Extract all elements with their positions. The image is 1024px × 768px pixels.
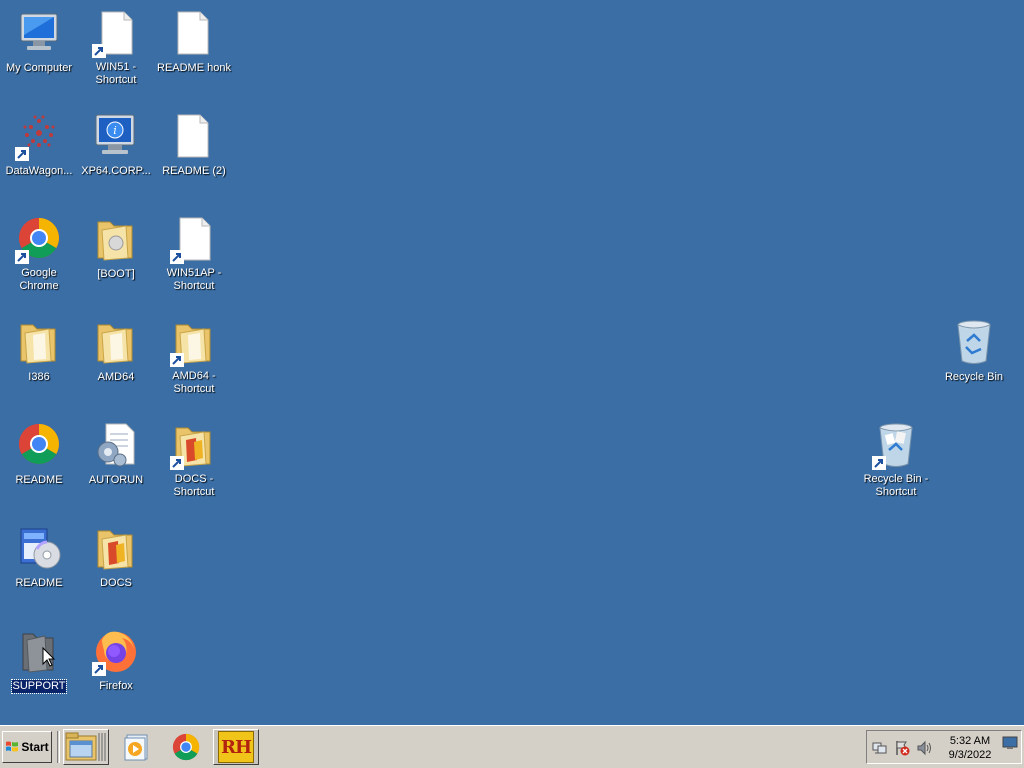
file-icon	[170, 10, 218, 58]
folder-shortcut-icon	[170, 319, 218, 367]
taskbar-chrome-button[interactable]	[163, 729, 209, 765]
folder-icon	[92, 319, 140, 367]
taskbar-rh-button[interactable]: RH	[213, 729, 259, 765]
folder-icon	[15, 319, 63, 367]
datawagon-icon	[15, 113, 63, 161]
chrome-icon	[172, 733, 200, 761]
desktop-icon-win51ap-shortcut[interactable]: WIN51AP - Shortcut	[155, 216, 233, 294]
media-player-icon	[124, 734, 148, 761]
desktop-icon-readme-honk[interactable]: README honk	[155, 10, 233, 76]
rh-app-icon: RH	[218, 731, 254, 763]
taskbar: Start RH 5:32 AM 9/3/2022	[0, 725, 1024, 768]
action-center-icon[interactable]	[894, 740, 910, 756]
computer-icon	[15, 10, 63, 58]
desktop-icon-readme-setup[interactable]: README	[0, 525, 78, 591]
setup-disc-icon	[15, 525, 63, 573]
recycle-bin-shortcut-icon	[872, 422, 920, 470]
file-shortcut-icon	[92, 10, 140, 58]
windows-logo-icon	[6, 741, 19, 752]
file-explorer-icon	[65, 732, 106, 761]
network-icon[interactable]	[872, 740, 888, 756]
desktop-icon-docs[interactable]: DOCS	[77, 525, 155, 591]
desktop-icon-google-chrome[interactable]: Google Chrome	[0, 216, 78, 294]
desktop-icon-my-computer[interactable]: My Computer	[0, 10, 78, 76]
file-shortcut-icon	[170, 216, 218, 264]
info-monitor-icon: i	[92, 113, 140, 161]
settings-file-icon	[92, 422, 140, 470]
system-tray: 5:32 AM 9/3/2022	[866, 730, 1022, 764]
rh-app-label: RH	[221, 736, 252, 758]
folder-shortcut-icon	[170, 422, 218, 470]
volume-icon[interactable]	[916, 740, 932, 756]
folder-icon	[92, 525, 140, 573]
taskbar-media-player-button[interactable]	[113, 729, 159, 765]
desktop-icon-recycle-bin-shortcut[interactable]: Recycle Bin - Shortcut	[857, 422, 935, 500]
desktop-icon-recycle-bin[interactable]: Recycle Bin	[935, 319, 1013, 385]
clock-date: 9/3/2022	[948, 749, 992, 761]
folder-icon	[92, 216, 140, 264]
dark-folder-icon	[15, 628, 63, 676]
desktop-icon-win51-shortcut[interactable]: WIN51 - Shortcut	[77, 10, 155, 88]
chrome-shortcut-icon	[15, 216, 63, 264]
desktop-icon-amd64[interactable]: AMD64	[77, 319, 155, 385]
chrome-icon	[15, 422, 63, 470]
desktop-icon-docs-shortcut[interactable]: DOCS - Shortcut	[155, 422, 233, 500]
taskbar-file-explorer-button[interactable]	[63, 729, 109, 765]
start-button[interactable]: Start	[2, 731, 52, 763]
desktop-icon-i386[interactable]: I386	[0, 319, 78, 385]
desktop-icon-autorun[interactable]: AUTORUN	[77, 422, 155, 488]
firefox-shortcut-icon	[92, 628, 140, 676]
taskbar-divider	[57, 731, 60, 763]
show-desktop-icon[interactable]	[1002, 735, 1018, 751]
desktop[interactable]: My Computer DataWagon... Google Chrome I…	[0, 0, 1024, 725]
desktop-icon-readme-2[interactable]: README (2)	[155, 113, 233, 179]
desktop-icon-firefox[interactable]: Firefox	[77, 628, 155, 694]
file-icon	[170, 113, 218, 161]
start-label: Start	[21, 740, 49, 754]
desktop-icon-readme-chrome[interactable]: README	[0, 422, 78, 488]
desktop-icon-amd64-shortcut[interactable]: AMD64 - Shortcut	[155, 319, 233, 397]
recycle-bin-icon	[950, 319, 998, 367]
clock-time: 5:32 AM	[949, 735, 991, 747]
desktop-icon-support[interactable]: SUPPORT	[0, 628, 78, 694]
desktop-icon-boot[interactable]: [BOOT]	[77, 216, 155, 282]
desktop-icon-datawagon[interactable]: DataWagon...	[0, 113, 78, 179]
svg-text:i: i	[113, 124, 117, 137]
clock[interactable]: 5:32 AM 9/3/2022	[945, 734, 995, 762]
desktop-icon-xp64-corp[interactable]: i XP64.CORP...	[77, 113, 155, 179]
